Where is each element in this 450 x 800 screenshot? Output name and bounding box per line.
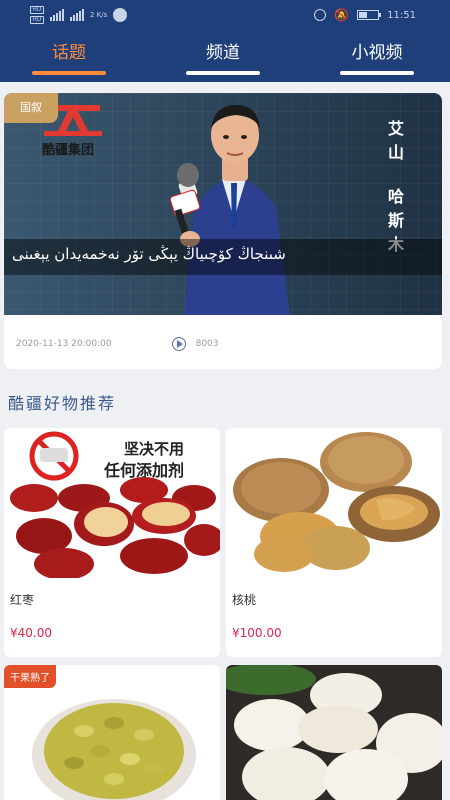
header-bar: HD HD 2 K/s 🔕 11:51 话题 频道 小视频: [0, 0, 450, 82]
alarm-icon: [314, 9, 327, 21]
news-badge: 国叙: [4, 93, 58, 123]
product-price: ¥100.00: [232, 626, 282, 640]
sim2-badge: HD: [30, 16, 44, 24]
vertical-title: 艾 山 哈 斯 木: [387, 119, 404, 254]
product-card[interactable]: 干果熟了: [4, 665, 220, 800]
product-card[interactable]: 核桃 ¥100.00: [226, 428, 442, 657]
status-right: 🔕 11:51: [314, 8, 416, 22]
tab-underline: [32, 71, 106, 75]
tab-topics[interactable]: 话题: [24, 38, 114, 75]
presenter-image: [169, 105, 290, 315]
news-caption: شىنجاڭ كۆچىياڭ يېڭى تۆر نەخمەيدان يېغىنى: [12, 245, 286, 263]
net-speed: 2 K/s: [90, 11, 108, 19]
sim-indicators: HD HD: [30, 6, 44, 24]
status-bar: HD HD 2 K/s 🔕 11:51: [0, 0, 450, 32]
play-count: 8003: [195, 339, 219, 349]
play-icon: [171, 337, 186, 351]
signal-icon: [50, 9, 64, 21]
mute-icon: 🔕: [334, 8, 350, 22]
status-left: HD HD 2 K/s: [30, 6, 128, 24]
tab-label: 频道: [206, 43, 240, 63]
section-title: 酷疆好物推荐: [8, 394, 117, 413]
wechat-icon: [113, 8, 128, 22]
product-name: 核桃: [232, 593, 257, 607]
product-price: ¥40.00: [10, 626, 52, 640]
news-meta: 2020-11-13 20:00:00 8003: [16, 337, 219, 351]
brand-name: 酷疆集团: [42, 143, 95, 158]
product-image-walnuts: [226, 428, 442, 578]
sim1-badge: HD: [30, 6, 44, 14]
tab-label: 话题: [52, 43, 86, 63]
signal-icon: [70, 9, 84, 21]
news-date: 2020-11-13 20:00:00: [16, 339, 112, 349]
product-image-pastries: [226, 665, 442, 800]
tab-underline: [340, 71, 414, 75]
status-time: 11:51: [387, 9, 416, 21]
product-image-dates: 坚决不用 任何添加剂: [4, 428, 220, 578]
tab-short-video[interactable]: 小视频: [332, 38, 422, 75]
product-name: 红枣: [10, 593, 35, 607]
tab-underline: [186, 71, 260, 75]
product-tag: 干果熟了: [4, 665, 56, 688]
news-card[interactable]: 酷疆集团 艾 山 哈 斯 木 شىنجاڭ كۆچىياڭ يېڭى تۆر ن…: [4, 93, 442, 369]
product-card[interactable]: 坚决不用 任何添加剂 红枣 ¥40.00: [4, 428, 220, 657]
news-thumbnail[interactable]: 酷疆集团 艾 山 哈 斯 木 شىنجاڭ كۆچىياڭ يېڭى تۆر ن…: [4, 93, 442, 315]
product-card[interactable]: [226, 665, 442, 800]
tab-label: 小视频: [351, 43, 403, 63]
top-tabs: 话题 频道 小视频: [0, 34, 450, 80]
battery-icon: [357, 10, 382, 20]
tab-channels[interactable]: 频道: [178, 38, 268, 75]
svg-text:坚决不用: 坚决不用: [124, 440, 184, 458]
